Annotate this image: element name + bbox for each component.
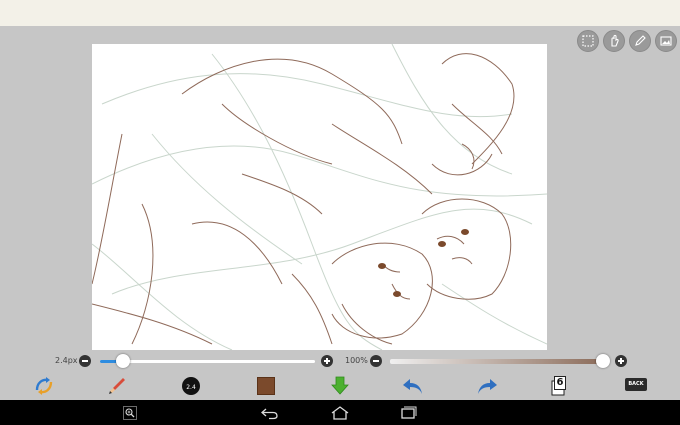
layers-button[interactable]: 6 — [548, 374, 574, 398]
brush-size-decrease-button[interactable] — [79, 355, 91, 367]
color-swatch — [257, 377, 275, 395]
recent-apps-icon — [401, 406, 417, 419]
brush-size-button[interactable]: 2.4 — [178, 374, 204, 398]
opacity-increase-button[interactable] — [615, 355, 627, 367]
brush-size-label: 2.4px — [55, 356, 78, 365]
nav-recent-apps-button[interactable] — [398, 404, 418, 422]
image-icon — [660, 36, 672, 46]
selection-tool-button[interactable] — [577, 30, 599, 52]
opacity-label: 100% — [345, 356, 368, 365]
back-arrow-icon — [261, 408, 278, 420]
redo-button[interactable] — [474, 374, 500, 398]
zoom-button[interactable] — [120, 404, 140, 422]
opacity-slider[interactable] — [390, 359, 605, 364]
zoom-icon — [123, 406, 137, 420]
workspace[interactable] — [0, 26, 680, 350]
undo-button[interactable] — [400, 374, 426, 398]
bottom-toolbar: 2.4 6 BACK — [0, 372, 680, 400]
undo-icon — [403, 379, 422, 394]
pencil-icon — [635, 35, 646, 46]
pencil-tool-button[interactable] — [629, 30, 651, 52]
layer-count: 6 — [554, 376, 566, 390]
brush-size-indicator-text: 2.4 — [186, 384, 196, 391]
opacity-decrease-button[interactable] — [370, 355, 382, 367]
brush-size-thumb[interactable] — [116, 354, 130, 368]
brush-icon — [109, 378, 125, 394]
brush-tool-button[interactable] — [104, 374, 130, 398]
brush-size-icon: 2.4 — [182, 377, 200, 395]
transform-icon — [35, 377, 53, 395]
redo-icon — [478, 379, 497, 394]
color-button[interactable] — [253, 374, 279, 398]
nav-home-button[interactable] — [330, 404, 350, 422]
opacity-thumb[interactable] — [596, 354, 610, 368]
sketch-artwork — [92, 44, 547, 350]
dotted-circle-icon — [582, 35, 594, 47]
download-icon — [331, 376, 349, 395]
hand-tool-button[interactable] — [603, 30, 625, 52]
android-nav-bar — [0, 400, 680, 425]
hand-icon — [611, 34, 619, 47]
download-button[interactable] — [327, 374, 353, 398]
nav-back-button[interactable] — [260, 404, 280, 422]
brush-size-slider[interactable] — [100, 360, 315, 363]
drawing-canvas[interactable] — [92, 44, 547, 350]
image-tool-button[interactable] — [655, 30, 677, 52]
status-bar — [0, 0, 680, 26]
brush-slider-bar: 2.4px 100% — [0, 350, 680, 372]
back-button[interactable]: BACK — [625, 378, 647, 391]
brush-size-increase-button[interactable] — [321, 355, 333, 367]
home-icon — [331, 406, 349, 420]
transform-button[interactable] — [31, 374, 57, 398]
